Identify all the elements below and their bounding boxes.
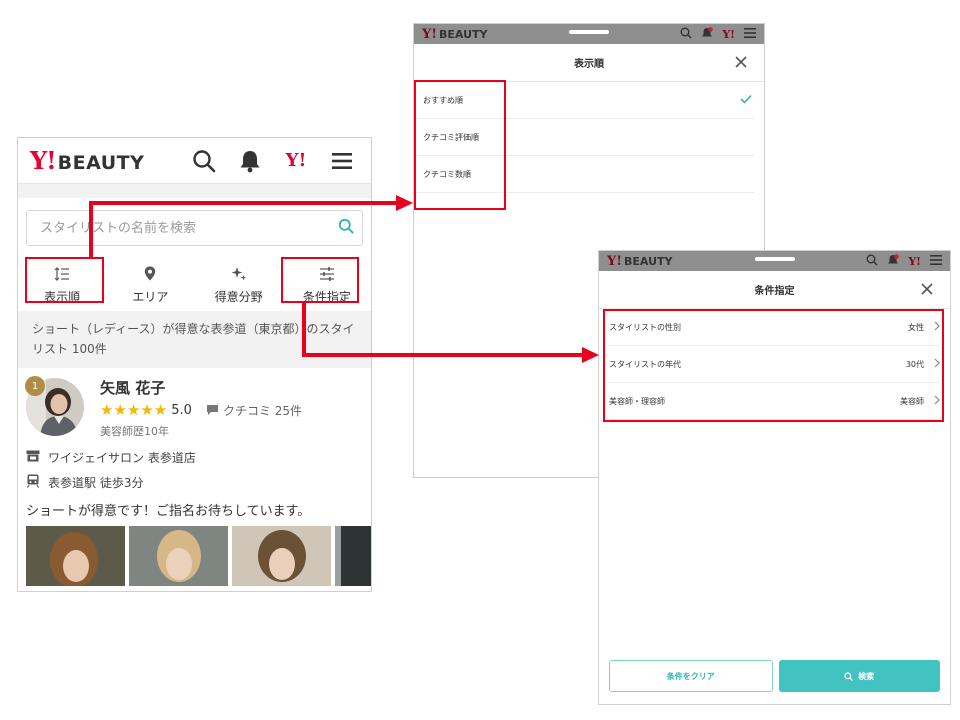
search-button-label: 検索 bbox=[858, 671, 875, 681]
tab-conditions[interactable]: 条件指定 bbox=[283, 259, 371, 311]
stylist-comment: ショートが得意です！ご指名お待ちしています。 bbox=[26, 504, 311, 519]
train-icon bbox=[26, 474, 40, 491]
filter-tabs: 表示順 エリア 得意分野 条件指定 bbox=[18, 259, 371, 311]
yahoo-icon: Y! bbox=[722, 27, 735, 41]
sort-icon bbox=[54, 266, 70, 285]
check-icon bbox=[740, 94, 752, 106]
condition-row-license[interactable]: 美容師・理容師 美容師 bbox=[609, 383, 940, 420]
tab-sort-label: 表示順 bbox=[44, 289, 81, 304]
arrow-head bbox=[396, 195, 413, 211]
logo-y-mark: Y! bbox=[607, 253, 622, 269]
conditions-screen: Y! BEAUTY Y! 条件指定 スタイリストの性別 女性 スタイリストの年代… bbox=[598, 250, 951, 705]
bell-icon[interactable] bbox=[233, 146, 267, 176]
condition-row-gender[interactable]: スタイリストの性別 女性 bbox=[609, 309, 940, 346]
comment-icon bbox=[206, 405, 218, 415]
logo-text: BEAUTY bbox=[57, 152, 145, 174]
sort-option-review-count[interactable]: クチコミ数順 bbox=[414, 156, 754, 193]
salon-name[interactable]: ワイジェイサロン 表参道店 bbox=[48, 449, 196, 466]
search-button[interactable]: 検索 bbox=[778, 660, 940, 692]
style-photo[interactable] bbox=[26, 526, 125, 586]
filter-icon bbox=[319, 266, 335, 285]
rating-stars: ★★★★★ bbox=[100, 401, 168, 419]
tab-area-label: エリア bbox=[132, 289, 169, 304]
search-icon[interactable] bbox=[187, 146, 221, 176]
header-divider-band bbox=[18, 184, 371, 198]
condition-row-age[interactable]: スタイリストの年代 30代 bbox=[609, 346, 940, 383]
station-access: 表参道駅 徒歩3分 bbox=[48, 476, 144, 490]
sheet-title: 条件指定 bbox=[754, 286, 795, 297]
shop-icon bbox=[26, 450, 40, 465]
tab-sort[interactable]: 表示順 bbox=[18, 259, 106, 311]
app-logo[interactable]: Y! BEAUTY bbox=[30, 146, 144, 175]
stylist-search-box[interactable] bbox=[26, 210, 363, 246]
condition-label: スタイリストの性別 bbox=[609, 322, 681, 332]
menu-icon[interactable] bbox=[325, 146, 359, 176]
menu-icon bbox=[930, 254, 942, 268]
condition-value: 美容師 bbox=[900, 396, 924, 406]
tab-conditions-label: 条件指定 bbox=[302, 289, 351, 304]
search-icon[interactable] bbox=[338, 218, 354, 238]
sort-option-recommended[interactable]: おすすめ順 bbox=[414, 82, 754, 119]
yahoo-icon[interactable]: Y! bbox=[279, 146, 313, 176]
bell-icon bbox=[887, 253, 900, 269]
logo-text: BEAUTY bbox=[439, 27, 488, 41]
style-photos bbox=[26, 526, 371, 586]
stylist-card[interactable]: 1 矢風 花子 ★★★★★ 5.0 クチコミ 25件 美容師歴10年 ワイジェイ… bbox=[18, 368, 371, 586]
clear-conditions-button[interactable]: 条件をクリア bbox=[609, 660, 773, 692]
sparkle-icon bbox=[231, 266, 247, 285]
yahoo-icon: Y! bbox=[908, 254, 921, 268]
style-photo[interactable] bbox=[335, 526, 371, 586]
logo-y-mark: Y! bbox=[422, 26, 437, 42]
chevron-right-icon bbox=[934, 358, 940, 370]
dimmed-header: Y! BEAUTY Y! bbox=[414, 24, 764, 44]
condition-value: 女性 bbox=[908, 322, 924, 332]
menu-icon bbox=[744, 27, 756, 41]
chevron-right-icon bbox=[934, 321, 940, 333]
rank-badge: 1 bbox=[25, 376, 45, 396]
stylist-search-input[interactable] bbox=[38, 219, 338, 237]
search-icon bbox=[680, 27, 692, 42]
style-photo[interactable] bbox=[129, 526, 228, 586]
sheet-handle[interactable] bbox=[754, 257, 795, 261]
tab-area[interactable]: エリア bbox=[106, 259, 194, 311]
logo-text: BEAUTY bbox=[624, 254, 673, 268]
bell-icon bbox=[701, 26, 714, 42]
sheet-title: 表示順 bbox=[574, 59, 604, 70]
app-header: Y! BEAUTY Y! bbox=[18, 138, 371, 184]
pin-icon bbox=[144, 266, 156, 285]
condition-label: スタイリストの年代 bbox=[609, 359, 681, 369]
stylist-name[interactable]: 矢風 花子 bbox=[100, 377, 302, 398]
search-icon bbox=[844, 671, 854, 681]
rating-value: 5.0 bbox=[171, 402, 192, 418]
condition-value: 30代 bbox=[905, 359, 924, 369]
sort-option-review-rating[interactable]: クチコミ評価順 bbox=[414, 119, 754, 156]
conditions-bottom-sheet: 条件指定 スタイリストの性別 女性 スタイリストの年代 30代 美容師・理容師 … bbox=[599, 257, 950, 704]
style-photo[interactable] bbox=[232, 526, 331, 586]
close-icon[interactable] bbox=[732, 53, 750, 71]
sort-option-label: おすすめ順 bbox=[423, 95, 463, 105]
review-count: クチコミ 25件 bbox=[222, 403, 303, 418]
logo-y-mark: Y! bbox=[30, 146, 57, 175]
result-summary: ショート（レディース）が得意な表参道（東京都）のスタイリスト 100件 bbox=[18, 311, 371, 368]
review-link[interactable]: クチコミ 25件 bbox=[206, 402, 302, 419]
sheet-handle[interactable] bbox=[569, 30, 609, 34]
stylist-list-screen: Y! BEAUTY Y! 表示順 bbox=[17, 137, 372, 592]
tab-specialty[interactable]: 得意分野 bbox=[195, 259, 283, 311]
sort-option-label: クチコミ評価順 bbox=[423, 132, 479, 142]
career-years: 美容師歴10年 bbox=[100, 425, 169, 438]
condition-label: 美容師・理容師 bbox=[609, 396, 665, 406]
close-icon[interactable] bbox=[918, 280, 936, 298]
tab-specialty-label: 得意分野 bbox=[214, 289, 263, 304]
dimmed-header: Y! BEAUTY Y! bbox=[599, 251, 950, 271]
chevron-right-icon bbox=[934, 395, 940, 407]
search-icon bbox=[866, 254, 878, 269]
sort-option-label: クチコミ数順 bbox=[423, 169, 471, 179]
